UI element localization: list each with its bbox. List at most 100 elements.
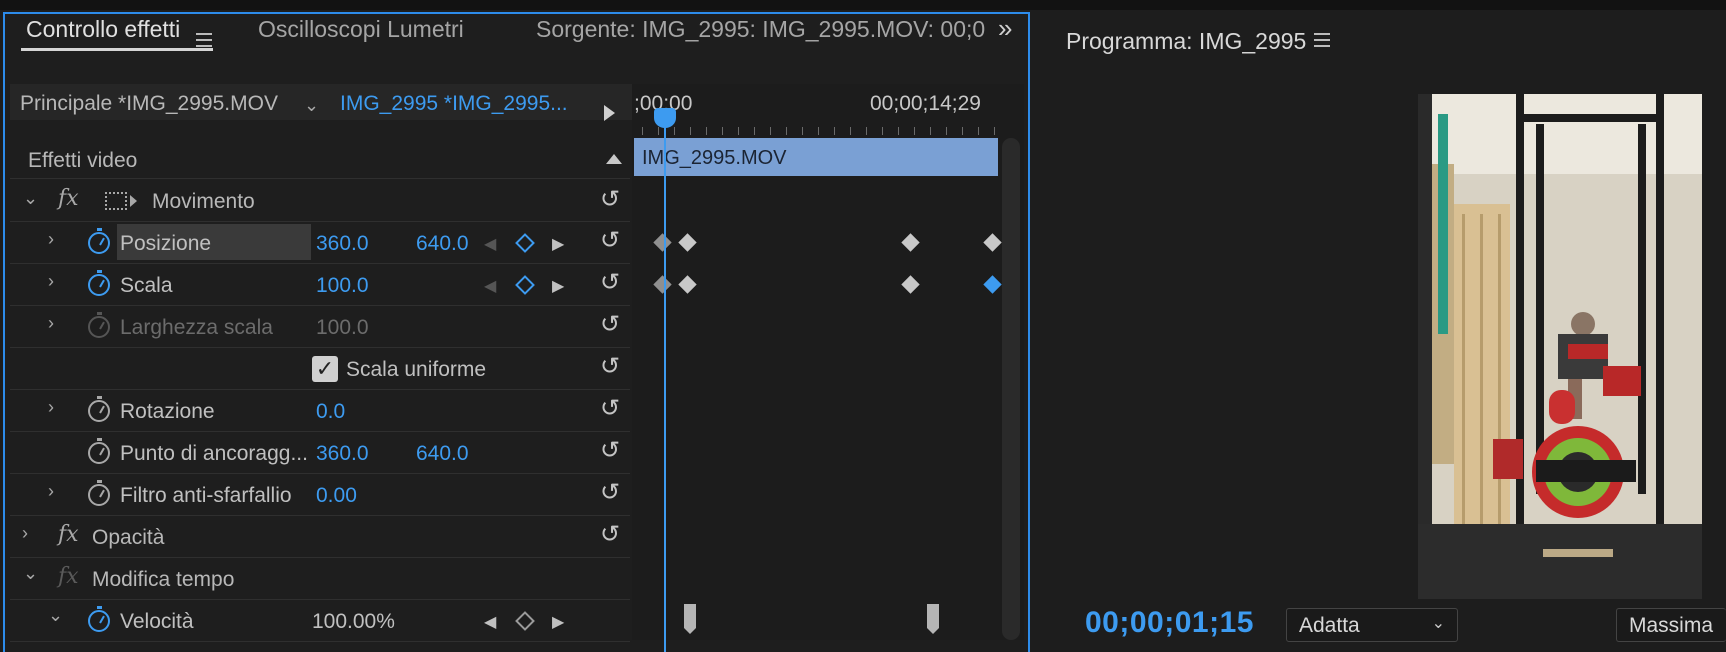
speed-value[interactable]: 100.00%: [312, 610, 395, 634]
speed-keyframe[interactable]: [684, 604, 696, 634]
timeline-scrollbar[interactable]: [1002, 138, 1020, 640]
ruler-tick: [930, 127, 931, 135]
flicker-label: Filtro anti-sfarfallio: [120, 484, 292, 507]
tab-effect-controls[interactable]: Controllo effetti: [26, 16, 180, 43]
stopwatch-icon[interactable]: [88, 480, 110, 506]
ruler-tick: [642, 127, 643, 135]
playhead-handle[interactable]: [654, 108, 676, 128]
position-x-value[interactable]: 360.0: [316, 232, 369, 256]
fx-icon[interactable]: fx: [58, 564, 79, 589]
ruler-tick: [658, 127, 659, 135]
playhead-line[interactable]: [664, 108, 666, 652]
ruler-tick: [834, 127, 835, 135]
motion-label: Movimento: [152, 190, 255, 213]
ruler-tick: [722, 127, 723, 135]
position-y-value[interactable]: 640.0: [416, 232, 469, 256]
program-monitor-title[interactable]: Programma: IMG_2995: [1066, 28, 1306, 55]
ruler-tick: [802, 127, 803, 135]
ruler-tick: [866, 127, 867, 135]
anchor-x-value[interactable]: 360.0: [316, 442, 369, 466]
add-keyframe-icon[interactable]: [515, 233, 535, 253]
prev-keyframe-icon[interactable]: ◀: [484, 276, 496, 296]
fx-icon[interactable]: fx: [58, 186, 79, 211]
play-only-audio-icon[interactable]: [604, 105, 615, 121]
reset-icon[interactable]: ↺: [600, 394, 620, 423]
clip-dropdown-icon[interactable]: ⌄: [304, 95, 319, 116]
program-menu-icon[interactable]: [1314, 33, 1330, 47]
chevron-right-icon[interactable]: ›: [48, 229, 54, 250]
tab-source[interactable]: Sorgente: IMG_2995: IMG_2995.MOV: 00;0: [536, 16, 985, 43]
scale-width-row: › Larghezza scala 100.0 ↺: [10, 306, 630, 348]
chevron-right-icon[interactable]: ›: [22, 523, 28, 544]
chevron-down-icon[interactable]: ⌄: [48, 605, 63, 626]
ruler-tick: [898, 127, 899, 135]
ruler-tick: [962, 127, 963, 135]
next-keyframe-icon[interactable]: ▶: [552, 276, 564, 296]
ruler-tick: [738, 127, 739, 135]
position-row: › Posizione 360.0 640.0 ◀ ▶ ↺: [10, 222, 630, 264]
time-remap-row: ⌄ fx Modifica tempo: [10, 558, 630, 600]
master-clip-label[interactable]: Principale *IMG_2995.MOV: [20, 92, 278, 116]
chevron-right-icon[interactable]: ›: [48, 481, 54, 502]
scale-label: Scala: [120, 274, 173, 297]
ruler-tick: [674, 127, 675, 135]
reset-icon[interactable]: ↺: [600, 436, 620, 465]
ruler-tick: [818, 127, 819, 135]
ruler-tick: [690, 127, 691, 135]
stopwatch-icon: [88, 312, 110, 338]
reset-icon[interactable]: ↺: [600, 310, 620, 339]
chevron-down-icon[interactable]: ⌄: [23, 188, 38, 209]
stopwatch-icon[interactable]: [88, 270, 110, 296]
ruler-tick: [978, 127, 979, 135]
add-keyframe-icon[interactable]: [515, 611, 535, 631]
effect-controls-menu-icon[interactable]: [196, 33, 212, 47]
ruler-tick: [914, 127, 915, 135]
reset-icon[interactable]: ↺: [600, 520, 620, 549]
chevron-right-icon[interactable]: ›: [48, 313, 54, 334]
stopwatch-icon[interactable]: [88, 396, 110, 422]
reset-icon[interactable]: ↺: [600, 478, 620, 507]
opacity-label: Opacità: [92, 526, 165, 549]
prev-keyframe-icon[interactable]: ◀: [484, 612, 496, 632]
reset-icon[interactable]: ↺: [600, 268, 620, 297]
scale-value[interactable]: 100.0: [316, 274, 369, 298]
chevron-down-icon[interactable]: ⌄: [23, 563, 38, 584]
anchor-y-value[interactable]: 640.0: [416, 442, 469, 466]
collapse-up-icon[interactable]: [606, 154, 622, 164]
chevron-right-icon[interactable]: ›: [48, 271, 54, 292]
tab-lumetri-scopes[interactable]: Oscilloscopi Lumetri: [258, 16, 464, 43]
add-keyframe-icon[interactable]: [515, 275, 535, 295]
sequence-clip-label[interactable]: IMG_2995 *IMG_2995...: [340, 92, 568, 116]
chevron-right-icon[interactable]: ›: [48, 397, 54, 418]
reset-icon[interactable]: ↺: [600, 185, 620, 214]
transform-box-icon[interactable]: [105, 192, 127, 210]
video-frame-image: [1418, 94, 1702, 599]
rotation-value[interactable]: 0.0: [316, 400, 345, 424]
uniform-scale-label: Scala uniforme: [346, 358, 487, 381]
program-timecode[interactable]: 00;00;01;15: [1085, 606, 1254, 640]
stopwatch-icon[interactable]: [88, 438, 110, 464]
top-strip: [0, 0, 1726, 10]
uniform-scale-checkbox[interactable]: ✓: [312, 356, 338, 382]
prev-keyframe-icon[interactable]: ◀: [484, 234, 496, 254]
next-keyframe-icon[interactable]: ▶: [552, 234, 564, 254]
quality-dropdown[interactable]: Massima: [1616, 608, 1726, 642]
more-panels-icon[interactable]: »: [998, 13, 1013, 44]
fx-icon[interactable]: fx: [58, 522, 79, 547]
fit-dropdown[interactable]: Adatta ⌄: [1286, 608, 1458, 642]
fit-dropdown-value: Adatta: [1299, 614, 1360, 637]
stopwatch-icon[interactable]: [88, 606, 110, 632]
ruler-tick: [786, 127, 787, 135]
flicker-row: › Filtro anti-sfarfallio 0.00 ↺: [10, 474, 630, 516]
timeline-clip-bar[interactable]: IMG_2995.MOV: [634, 138, 998, 176]
stopwatch-icon[interactable]: [88, 228, 110, 254]
speed-row: ⌄ Velocità 100.00% ◀ ▶: [10, 600, 630, 642]
reset-icon[interactable]: ↺: [600, 226, 620, 255]
program-video-frame[interactable]: [1418, 94, 1702, 599]
speed-keyframe[interactable]: [927, 604, 939, 634]
anchor-point-label: Punto di ancoragg...: [120, 442, 308, 465]
flicker-value[interactable]: 0.00: [316, 484, 357, 508]
reset-icon[interactable]: ↺: [600, 352, 620, 381]
transform-arrow-icon: [130, 195, 137, 207]
next-keyframe-icon[interactable]: ▶: [552, 612, 564, 632]
